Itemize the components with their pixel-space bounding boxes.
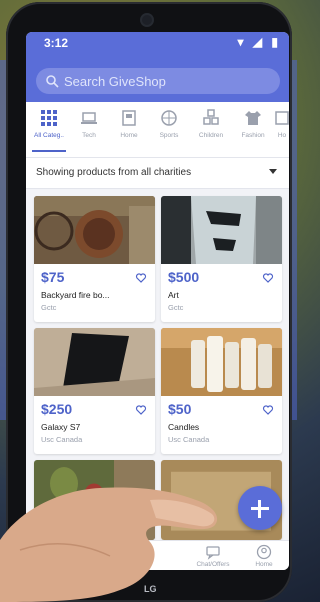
- product-charity: Usc Canada: [41, 435, 83, 444]
- category-more[interactable]: Ho: [272, 108, 289, 139]
- search-icon: [46, 75, 59, 88]
- hand-thumb: [0, 487, 218, 602]
- heart-icon[interactable]: [135, 272, 147, 284]
- category-label: Sports: [159, 132, 179, 139]
- heart-icon[interactable]: [262, 404, 274, 416]
- category-all[interactable]: All Categ..: [28, 108, 70, 152]
- product-card[interactable]: $50 Candles Usc Canada: [161, 328, 282, 454]
- blocks-icon: [203, 109, 219, 125]
- profile-icon: [256, 544, 272, 560]
- product-card[interactable]: $250 Galaxy S7 Usc Canada: [34, 328, 155, 454]
- home-icon: [122, 110, 136, 126]
- filter-label: Showing products from all charities: [36, 167, 192, 178]
- product-price: $500: [168, 269, 200, 285]
- category-sports[interactable]: Sports: [148, 108, 190, 139]
- ball-icon: [161, 110, 177, 126]
- more-icon: [275, 111, 289, 125]
- nav-home[interactable]: Home: [239, 544, 289, 568]
- category-label: Tech: [82, 132, 96, 139]
- category-bar: All Categ.. Tech Home Sports Children Fa…: [26, 102, 289, 158]
- product-card[interactable]: $75 Backyard fire bo... Gctc: [34, 196, 155, 322]
- category-label: Ho: [277, 132, 287, 139]
- product-price: $75: [41, 269, 65, 285]
- status-icons: ▾ ◢ ▮: [237, 35, 281, 49]
- product-image: [161, 196, 282, 264]
- product-charity: Gctc: [168, 303, 184, 312]
- product-image: [34, 196, 155, 264]
- product-image: [34, 328, 155, 396]
- nav-label: Home: [255, 561, 273, 568]
- laptop-icon: [81, 112, 97, 124]
- category-fashion[interactable]: Fashion: [232, 108, 274, 139]
- category-label: Home: [120, 132, 138, 139]
- status-time: 3:12: [44, 36, 69, 50]
- heart-icon[interactable]: [135, 404, 147, 416]
- category-label: All Categ..: [34, 132, 64, 139]
- product-price: $50: [168, 401, 192, 417]
- front-camera: [142, 15, 152, 25]
- charity-filter-dropdown[interactable]: Showing products from all charities: [26, 158, 289, 189]
- category-children[interactable]: Children: [190, 108, 232, 139]
- product-charity: Usc Canada: [168, 435, 210, 444]
- heart-icon[interactable]: [262, 272, 274, 284]
- product-price: $250: [41, 401, 73, 417]
- grid-icon: [41, 110, 57, 126]
- category-home[interactable]: Home: [108, 108, 150, 139]
- add-product-button[interactable]: [238, 486, 282, 530]
- product-image: [161, 328, 282, 396]
- product-charity: Gctc: [41, 303, 57, 312]
- search-input[interactable]: Search GiveShop: [36, 68, 280, 94]
- category-label: Fashion: [241, 132, 265, 139]
- category-label: Children: [198, 132, 224, 139]
- product-title: Backyard fire bo...: [41, 290, 110, 300]
- product-title: Galaxy S7: [41, 422, 81, 432]
- category-tech[interactable]: Tech: [68, 108, 110, 139]
- shirt-icon: [245, 111, 261, 125]
- product-card[interactable]: $500 Art Gctc: [161, 196, 282, 322]
- status-bar: 3:12 ▾ ◢ ▮: [26, 32, 289, 54]
- search-placeholder: Search GiveShop: [64, 74, 166, 89]
- dropdown-caret-icon: [269, 169, 277, 174]
- product-title: Candles: [168, 422, 200, 432]
- product-title: Art: [168, 290, 179, 300]
